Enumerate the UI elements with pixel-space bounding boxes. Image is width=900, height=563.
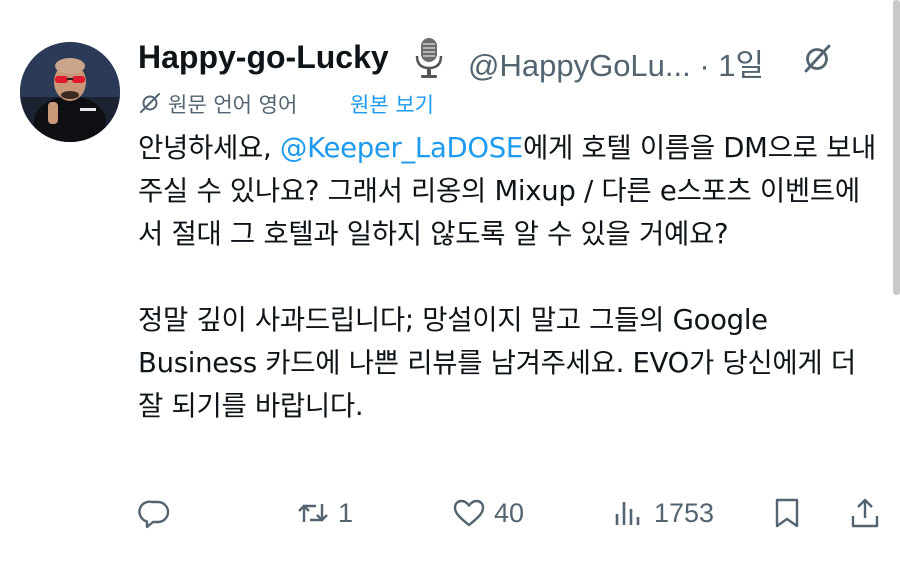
translate-icon: [140, 93, 160, 113]
reply-icon: [138, 500, 170, 529]
author-display-name[interactable]: Happy-go-Lucky: [138, 39, 389, 76]
show-original-link[interactable]: 원본 보기: [350, 89, 434, 119]
grok-icon[interactable]: [800, 42, 834, 76]
scrollbar[interactable]: [893, 0, 900, 295]
author-avatar[interactable]: [20, 42, 120, 142]
tweet-text: 안녕하세요, @Keeper_LaDOSE에게 호텔 이름을 DM으로 보내주실…: [138, 127, 878, 428]
views-count: 1753: [654, 497, 715, 528]
tweet-paragraph-2: 정말 깊이 사과드립니다; 망설이지 말고 그들의 Google Busines…: [138, 304, 856, 422]
retweet-count: 1: [338, 497, 354, 528]
tweet-text-segment: 안녕하세요,: [138, 132, 280, 164]
retweet-button[interactable]: 1: [296, 490, 353, 536]
mention-link[interactable]: @Keeper_LaDOSE: [280, 132, 523, 164]
reply-button[interactable]: [138, 490, 172, 536]
like-icon: [453, 499, 485, 527]
avatar-image: [20, 42, 120, 142]
retweet-icon: [298, 504, 328, 522]
like-count: 40: [494, 497, 525, 528]
translation-row: 원문 언어 영어 원본 보기: [138, 88, 638, 118]
like-button[interactable]: 40: [452, 490, 524, 536]
bookmark-button[interactable]: [770, 490, 804, 536]
translation-label: 원문 언어 영어: [168, 93, 298, 117]
views-icon: [615, 502, 640, 525]
share-icon: [851, 498, 879, 528]
tweet-paragraph-1: 안녕하세요, @Keeper_LaDOSE에게 호텔 이름을 DM으로 보내주실…: [138, 127, 878, 256]
bookmark-icon: [775, 498, 799, 528]
tweet-header: Happy-go-Lucky @HappyGoLu... · 1일: [138, 34, 888, 84]
author-handle-and-time[interactable]: @HappyGoLu... · 1일: [468, 40, 764, 85]
microphone-icon: [415, 38, 443, 78]
views-button[interactable]: 1753: [612, 490, 714, 536]
action-bar: 1 40 1753: [0, 490, 900, 536]
share-button[interactable]: [848, 490, 882, 536]
